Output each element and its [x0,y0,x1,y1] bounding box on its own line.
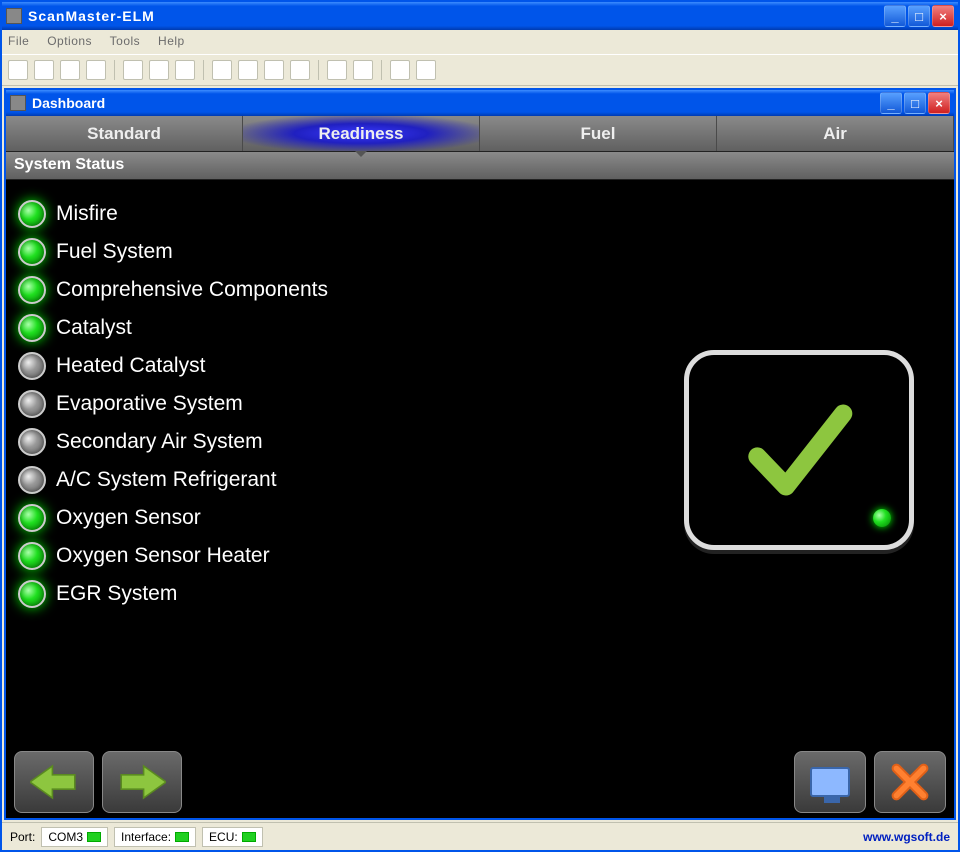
menu-file[interactable]: File [8,34,29,48]
status-label: Oxygen Sensor Heater [56,544,270,568]
status-link[interactable]: www.wgsoft.de [863,830,950,844]
status-interface: Interface: [114,827,196,847]
status-led-icon [242,832,256,842]
status-led [18,200,46,228]
child-icon [10,95,26,111]
toolbar-button[interactable] [238,60,258,80]
toolbar-button[interactable] [212,60,232,80]
menubar: File Options Tools Help [2,30,958,54]
status-label: Comprehensive Components [56,278,328,302]
toolbar-button[interactable] [34,60,54,80]
toolbar-button[interactable] [290,60,310,80]
child-title: Dashboard [32,95,878,111]
next-button[interactable] [102,751,182,813]
tab-standard[interactable]: Standard [6,116,243,151]
arrow-left-icon [30,762,78,802]
outer-titlebar: ScanMaster-ELM _ □ × [2,2,958,30]
status-label: Heated Catalyst [56,354,205,378]
monitor-button[interactable] [794,751,866,813]
toolbar-button[interactable] [149,60,169,80]
menu-help[interactable]: Help [158,34,185,48]
toolbar-button[interactable] [86,60,106,80]
toolbar-button[interactable] [390,60,410,80]
toolbar-button[interactable] [416,60,436,80]
toolbar-button[interactable] [264,60,284,80]
close-button[interactable]: × [932,5,954,27]
status-label: Oxygen Sensor [56,506,201,530]
tab-air[interactable]: Air [717,116,954,151]
tabs: Standard Readiness Fuel Air [6,116,954,152]
child-maximize-button[interactable]: □ [904,92,926,114]
status-label: Misfire [56,202,118,226]
arrow-right-icon [118,762,166,802]
cancel-button[interactable] [874,751,946,813]
status-led-icon [175,832,189,842]
status-led [18,276,46,304]
toolbar-button[interactable] [60,60,80,80]
maximize-button[interactable]: □ [908,5,930,27]
app-icon [6,8,22,24]
toolbar [2,54,958,86]
toolbar-button[interactable] [8,60,28,80]
status-label: Fuel System [56,240,173,264]
status-led [18,314,46,342]
checkmark-icon [734,385,864,515]
status-led [18,390,46,418]
child-close-button[interactable]: × [928,92,950,114]
status-led [18,428,46,456]
status-row: Fuel System [18,238,942,266]
status-led-icon [87,832,101,842]
status-led [18,580,46,608]
toolbar-button[interactable] [353,60,373,80]
status-row: EGR System [18,580,942,608]
toolbar-button[interactable] [123,60,143,80]
app-title: ScanMaster-ELM [28,8,882,24]
status-label: Secondary Air System [56,430,263,454]
status-led [18,504,46,532]
indicator-dot [873,509,891,527]
toolbar-button[interactable] [175,60,195,80]
tab-fuel[interactable]: Fuel [480,116,717,151]
status-led [18,542,46,570]
status-port: COM3 [41,827,108,847]
status-label: Evaporative System [56,392,243,416]
monitor-icon [810,767,850,797]
status-ecu: ECU: [202,827,263,847]
prev-button[interactable] [14,751,94,813]
status-led [18,352,46,380]
menu-tools[interactable]: Tools [110,34,141,48]
status-row: Misfire [18,200,942,228]
bottombar [6,746,954,818]
status-led [18,466,46,494]
x-icon [890,762,930,802]
status-port-label: Port: [10,830,35,844]
status-label: EGR System [56,582,177,606]
statusbar: Port: COM3 Interface: ECU: www.wgsoft.de [2,822,958,850]
status-led [18,238,46,266]
menu-options[interactable]: Options [47,34,92,48]
toolbar-button[interactable] [327,60,347,80]
tab-readiness[interactable]: Readiness [243,116,480,151]
child-titlebar: Dashboard _ □ × [6,90,954,116]
child-minimize-button[interactable]: _ [880,92,902,114]
status-row: Comprehensive Components [18,276,942,304]
status-label: A/C System Refrigerant [56,468,277,492]
status-row: Catalyst [18,314,942,342]
readiness-pass-indicator [684,350,914,550]
minimize-button[interactable]: _ [884,5,906,27]
section-header: System Status [6,152,954,180]
status-label: Catalyst [56,316,132,340]
